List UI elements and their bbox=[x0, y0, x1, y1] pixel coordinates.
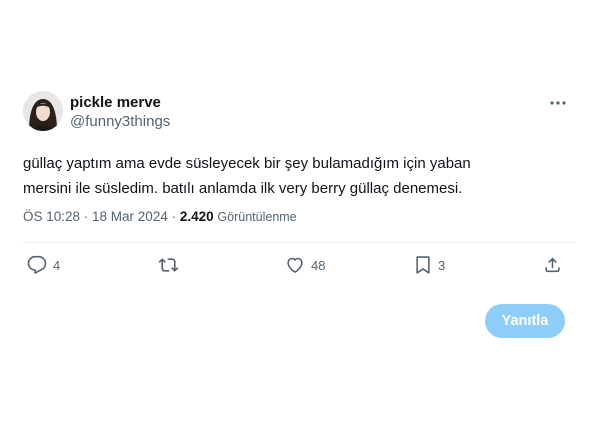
retweet-action[interactable] bbox=[158, 255, 185, 275]
like-count: 48 bbox=[311, 257, 326, 273]
reply-count: 4 bbox=[53, 257, 61, 273]
tweet-meta: ÖS 10:28 · 18 Mar 2024 · 2.420 Görüntüle… bbox=[23, 208, 297, 226]
retweet-icon bbox=[158, 258, 179, 272]
bookmark-count: 3 bbox=[438, 257, 446, 273]
user-handle[interactable]: @funny3things bbox=[70, 113, 170, 131]
share-action[interactable] bbox=[543, 255, 562, 275]
avatar[interactable] bbox=[23, 91, 63, 131]
views-label: Görüntülenme bbox=[217, 210, 297, 224]
tweet-timestamp[interactable]: ÖS 10:28 · 18 Mar 2024 · bbox=[23, 209, 176, 224]
tweet-text-line: güllaç yaptım ama evde süsleyecek bir şe… bbox=[23, 155, 471, 172]
reply-action[interactable]: 4 bbox=[27, 255, 60, 275]
more-options-button[interactable] bbox=[545, 93, 571, 113]
bookmark-icon bbox=[416, 256, 430, 274]
display-name[interactable]: pickle merve bbox=[70, 94, 161, 112]
views-count[interactable]: 2.420 bbox=[180, 209, 214, 224]
reply-button[interactable]: Yanıtla bbox=[485, 304, 565, 338]
reply-icon bbox=[27, 255, 47, 274]
divider bbox=[23, 242, 576, 243]
like-icon bbox=[287, 257, 303, 273]
like-action[interactable]: 48 bbox=[285, 255, 325, 275]
bookmark-action[interactable]: 3 bbox=[414, 255, 445, 275]
tweet-text: güllaç yaptım ama evde süsleyecek bir şe… bbox=[23, 151, 563, 201]
more-icon bbox=[550, 101, 566, 105]
avatar-image bbox=[23, 91, 63, 131]
share-icon bbox=[545, 257, 560, 273]
tweet-text-line: mersini ile süsledim. batılı anlamda ilk… bbox=[23, 180, 463, 197]
